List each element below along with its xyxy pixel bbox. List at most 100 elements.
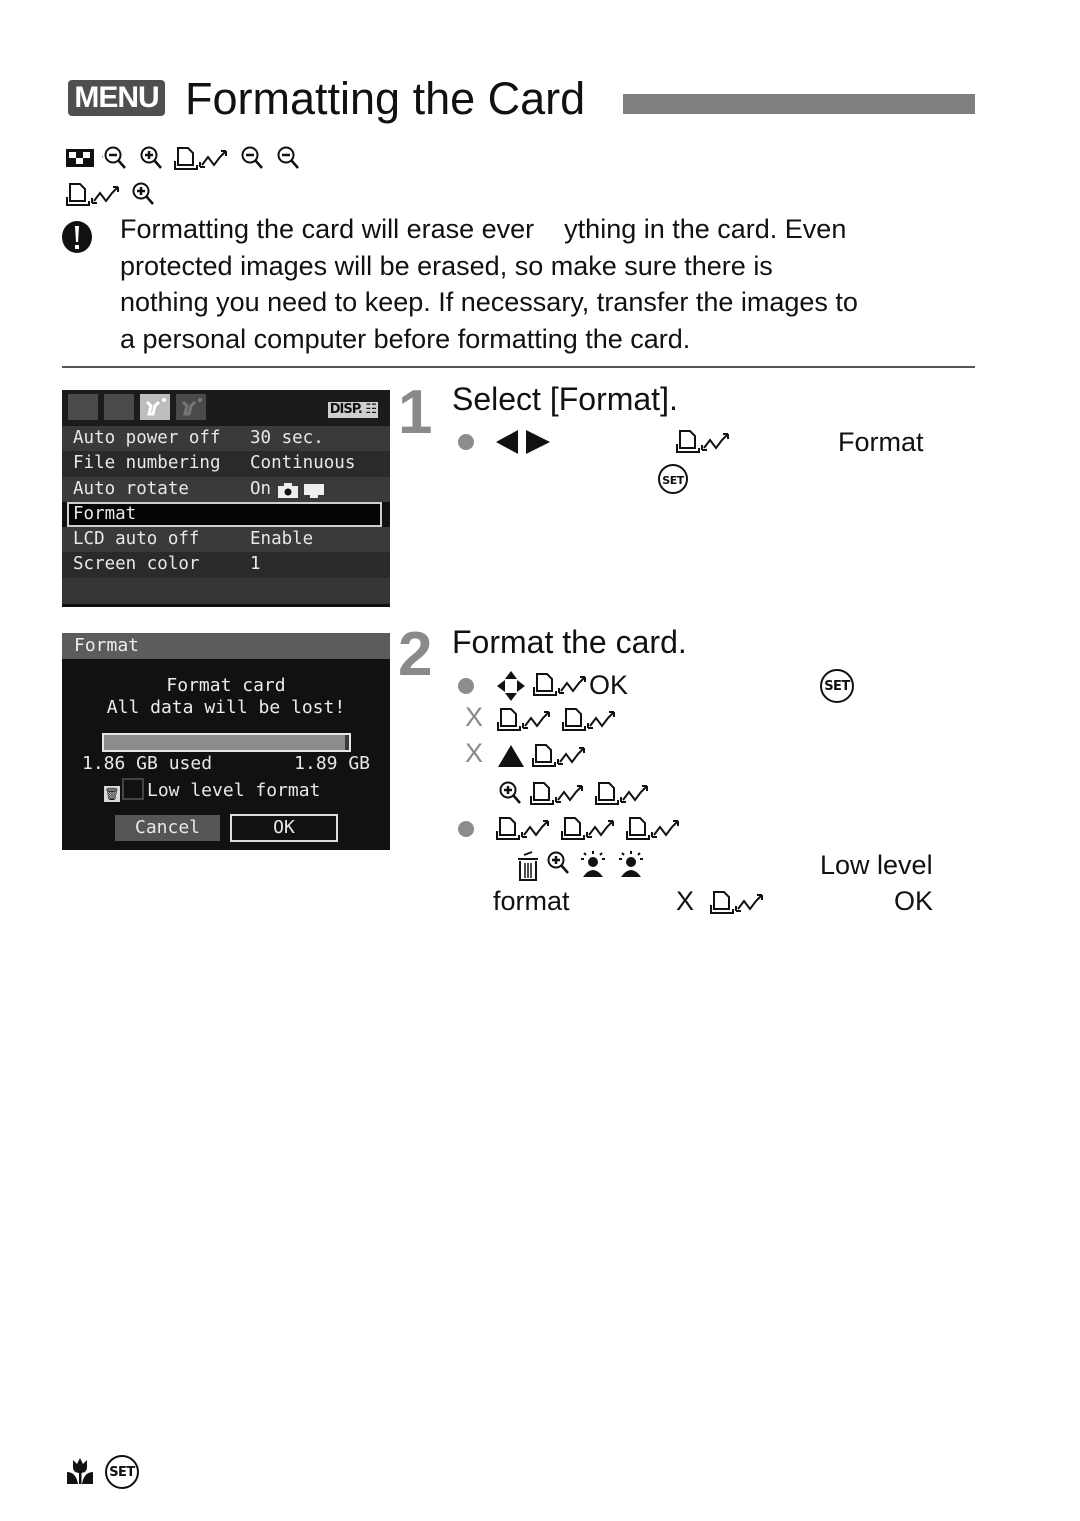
- wrench-icon: [145, 398, 166, 416]
- ok-button[interactable]: OK: [230, 814, 338, 842]
- title-decorative-bar: [623, 94, 975, 114]
- print-share-icon: [530, 782, 583, 805]
- format-word: format: [493, 886, 570, 916]
- print-share-icon: [561, 817, 614, 840]
- step-2-number: 2: [398, 620, 433, 689]
- menu-item-value: 30 sec.: [250, 428, 324, 448]
- menu-item-label: Auto power off: [73, 428, 221, 448]
- macro-icon: [67, 1458, 93, 1484]
- menu-item-screen-color[interactable]: Screen color 1: [62, 552, 390, 578]
- menu-empty-row: [62, 577, 390, 604]
- x-mark: X: [465, 738, 484, 768]
- caution-line-1a: Formatting the card will erase ever: [120, 214, 535, 244]
- zoom-in-icon: [132, 182, 155, 206]
- format-screen-header: Format: [62, 633, 390, 659]
- card-usage-bar: [102, 733, 351, 752]
- sunlit-person-icon: [581, 851, 605, 877]
- sunlit-person-icon: [619, 851, 643, 877]
- menu-item-format[interactable]: Format: [67, 501, 382, 528]
- menu-item-value: Continuous: [250, 453, 356, 474]
- caution-line-2: protected images will be erased, so make…: [120, 250, 773, 281]
- menu-tabs: DISP. ☷: [62, 390, 390, 426]
- tab-setup-1[interactable]: [140, 394, 170, 420]
- menu-item-value: 1: [250, 554, 261, 575]
- print-share-icon: [66, 183, 119, 207]
- disp-label: DISP.: [329, 402, 363, 417]
- print-share-icon: [595, 782, 648, 805]
- data-lost-warning: All data will be lost!: [106, 697, 346, 718]
- total-capacity: 1.89 GB: [294, 753, 370, 774]
- caution-icon: [62, 221, 92, 253]
- print-share-icon: [532, 744, 585, 767]
- menu-item-value: Enable: [250, 529, 314, 550]
- print-share-icon: [710, 891, 763, 914]
- tab-setup-2[interactable]: [176, 394, 206, 420]
- menu-item-value: On: [250, 478, 272, 499]
- cross-keys-icon: [497, 671, 525, 701]
- low-level-format-option[interactable]: 🗑 Low level format: [104, 778, 320, 802]
- menu-item-label: LCD auto off: [73, 529, 200, 550]
- page-title: Formatting the Card: [185, 73, 586, 124]
- set-button-icon: SET: [105, 1455, 139, 1489]
- step-2-ok-word: OK: [589, 670, 629, 700]
- garbled-icon-line-2: [66, 180, 160, 207]
- step-1-number: 1: [398, 378, 433, 447]
- tab-shooting-2[interactable]: [104, 394, 134, 420]
- up-triangle-icon: [498, 745, 524, 767]
- camera-setup-menu-screen: DISP. ☷ Auto power off 30 sec. File number…: [62, 390, 390, 607]
- cancel-button[interactable]: Cancel: [115, 815, 220, 841]
- left-right-arrows-icon: [496, 430, 550, 454]
- format-confirm-screen: Format Format card All data will be lost…: [62, 633, 390, 850]
- print-share-icon: [562, 708, 615, 731]
- used-capacity: 1.86 GB used: [82, 753, 213, 774]
- set-button-icon: SET: [820, 669, 854, 703]
- bullet-icon: [458, 821, 474, 837]
- caution-text: Formatting the card will erase ever ythin…: [120, 211, 980, 357]
- format-card-label: Format card: [166, 675, 286, 696]
- zoom-out-icon: [277, 146, 299, 170]
- trash-icon: [518, 851, 538, 881]
- zoom-out-icon: [241, 146, 263, 170]
- menu-item-list: Auto power off 30 sec. File numbering Conti…: [62, 426, 390, 578]
- wrench-icon: [181, 398, 202, 416]
- print-share-icon: [626, 817, 679, 840]
- section-divider: [62, 366, 975, 368]
- menu-badge: MENU: [68, 80, 165, 116]
- low-level-format-label: Low level format: [147, 780, 321, 801]
- set-button-icon: SET: [658, 464, 688, 494]
- low-level-word: Low level: [820, 850, 933, 880]
- bullet-icon: [458, 434, 474, 450]
- format-warning: Format card All data will be lost!: [62, 675, 390, 719]
- x-mark: X: [676, 886, 695, 916]
- print-share-icon: [174, 147, 228, 171]
- menu-item-auto-power-off[interactable]: Auto power off 30 sec.: [62, 426, 390, 452]
- print-share-icon: [676, 430, 729, 453]
- menu-item-label: Screen color: [73, 554, 200, 575]
- ok-word: OK: [894, 886, 934, 916]
- step-2-title: Format the card.: [452, 624, 687, 660]
- step-1-title: Select [Format].: [452, 381, 678, 417]
- step-1-format-word: Format: [838, 427, 924, 457]
- menu-item-auto-rotate[interactable]: Auto rotate On: [62, 476, 390, 502]
- x-mark: X: [465, 702, 484, 732]
- menu-item-label: Auto rotate: [73, 478, 189, 499]
- garbled-icon-line-1: [66, 144, 305, 171]
- low-level-format-checkbox[interactable]: [122, 778, 144, 800]
- menu-item-lcd-auto-off[interactable]: LCD auto off Enable: [62, 527, 390, 553]
- bullet-icon: [458, 678, 474, 694]
- menu-item-label: Format: [73, 503, 137, 524]
- menu-item-file-numbering[interactable]: File numbering Continuous: [62, 451, 390, 477]
- tab-shooting-1[interactable]: [68, 394, 98, 420]
- print-share-icon: [496, 817, 549, 840]
- checker-icon: [66, 149, 94, 168]
- zoom-in-icon: [499, 781, 521, 804]
- caution-line-4: a personal computer before formatting th…: [120, 323, 691, 354]
- caution-line-1b: ything in the card. Even: [564, 214, 847, 244]
- zoom-out-icon: [102, 146, 127, 170]
- menu-item-label: File numbering: [73, 453, 221, 474]
- print-share-icon: [533, 673, 586, 696]
- disp-button-label: DISP. ☷: [327, 402, 378, 418]
- print-share-icon: [497, 708, 550, 731]
- trash-icon: 🗑: [104, 786, 120, 802]
- zoom-in-icon: [547, 851, 569, 874]
